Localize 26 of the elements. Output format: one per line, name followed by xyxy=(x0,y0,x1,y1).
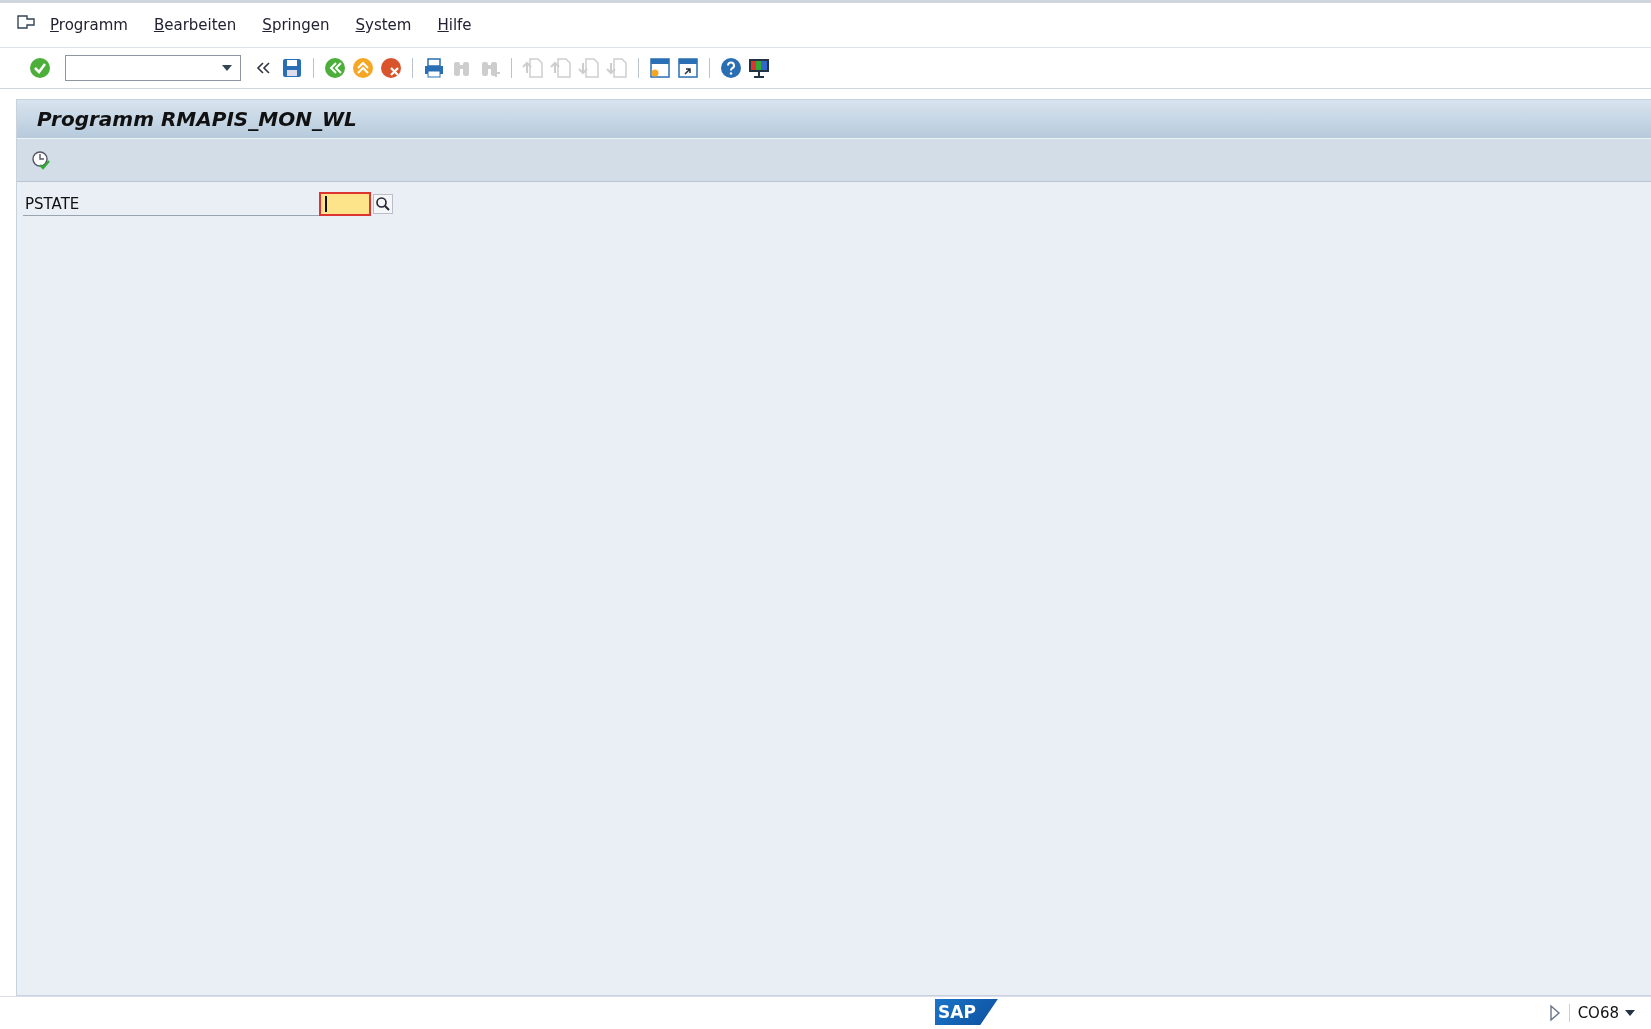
search-icon[interactable] xyxy=(373,194,393,214)
caret-icon[interactable] xyxy=(222,65,232,71)
help-icon[interactable] xyxy=(720,57,742,79)
menu-item[interactable]: Programm xyxy=(50,16,128,34)
menu-item[interactable]: System xyxy=(355,16,412,34)
command-field[interactable] xyxy=(65,55,241,81)
cancel-icon[interactable] xyxy=(380,57,402,79)
menu-item[interactable]: Bearbeiten xyxy=(153,16,237,34)
menu-item[interactable]: Springen xyxy=(262,16,330,34)
shortcut-icon[interactable] xyxy=(677,57,699,79)
back-icon[interactable] xyxy=(324,57,346,79)
print-icon[interactable] xyxy=(423,57,445,79)
screen-title: Programm RMAPIS_MON_WL xyxy=(37,107,357,131)
menu-item[interactable]: Hilfe xyxy=(437,16,472,34)
check-icon[interactable] xyxy=(29,57,51,79)
sap-logo: SAP xyxy=(935,999,998,1025)
clock-check-icon[interactable] xyxy=(31,150,51,170)
menu-icon[interactable] xyxy=(16,14,36,30)
monitor-icon[interactable] xyxy=(748,57,770,79)
caret-icon[interactable] xyxy=(1625,1010,1635,1016)
new-window-icon[interactable] xyxy=(649,57,671,79)
system-dropdown[interactable]: CO68 xyxy=(1577,1004,1635,1022)
triangle-icon[interactable] xyxy=(1548,1004,1561,1022)
save-icon[interactable] xyxy=(281,57,303,79)
field-label: PSTATE xyxy=(23,192,319,216)
input-field[interactable] xyxy=(319,192,371,216)
